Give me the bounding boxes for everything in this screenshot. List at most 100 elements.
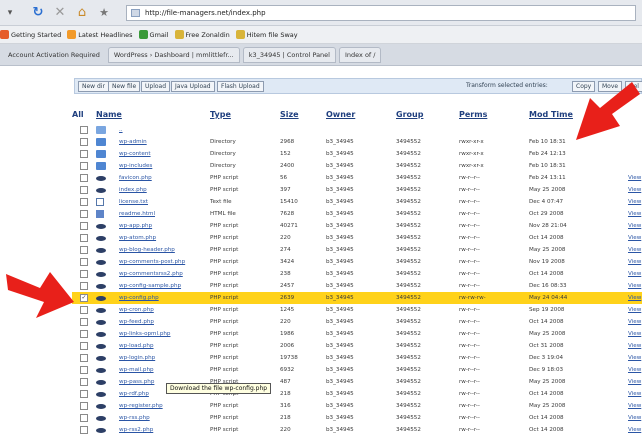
tab-account-activation[interactable]: Account Activation Required (3, 47, 105, 63)
file-name-link[interactable]: wp-mail.php (119, 364, 207, 376)
table-row[interactable]: index.php PHP script 397 b3_34945 3494552 rw-… (72, 184, 642, 196)
view-link[interactable]: View (628, 232, 642, 244)
file-perms-link[interactable]: rw-r--r-- (459, 340, 529, 352)
file-perms-link[interactable]: rwxr-xr-x (459, 160, 529, 172)
file-name-link[interactable]: wp-includes (119, 160, 207, 172)
table-row[interactable]: wp-cron.php PHP script 1245 b3_34945 3494552… (72, 304, 642, 316)
row-checkbox[interactable] (80, 306, 88, 314)
table-row[interactable]: wp-links-opml.php PHP script 1986 b3_34945 3… (72, 328, 642, 340)
file-perms-link[interactable]: rw-r--r-- (459, 184, 529, 196)
file-perms-link[interactable]: rw-r--r-- (459, 256, 529, 268)
file-perms-link[interactable]: rwxr-xr-x (459, 136, 529, 148)
file-name-link[interactable]: wp-rss2.php (119, 424, 207, 436)
view-link[interactable]: View (628, 220, 642, 232)
sort-group-link[interactable]: Group (396, 110, 423, 119)
file-name-link[interactable]: favicon.php (119, 172, 207, 184)
file-perms-link[interactable]: rw-r--r-- (459, 412, 529, 424)
file-name-link[interactable]: wp-feed.php (119, 316, 207, 328)
view-link[interactable]: View (628, 292, 642, 304)
table-row[interactable]: favicon.php PHP script 56 b3_34945 3494552 rw… (72, 172, 642, 184)
view-link[interactable]: View (628, 304, 642, 316)
row-checkbox[interactable] (80, 258, 88, 266)
row-checkbox[interactable] (80, 390, 88, 398)
sort-mod-time-link[interactable]: Mod Time (529, 110, 573, 119)
row-checkbox[interactable] (80, 186, 88, 194)
table-row[interactable]: readme.html HTML file 7628 b3_34945 3494552 r… (72, 208, 642, 220)
row-checkbox[interactable] (80, 318, 88, 326)
table-row[interactable]: wp-rdf.php PHP script 218 b3_34945 3494552 rw… (72, 388, 642, 400)
table-row[interactable]: wp-admin Directory 2968 b3_34945 3494552 rwxr… (72, 136, 642, 148)
file-perms-link[interactable]: rw-r--r-- (459, 268, 529, 280)
file-name-link[interactable]: readme.html (119, 208, 207, 220)
file-name-link[interactable]: wp-app.php (119, 220, 207, 232)
java-upload-button[interactable]: Java Upload (171, 81, 215, 92)
row-checkbox[interactable] (80, 126, 88, 134)
file-name-link[interactable]: wp-load.php (119, 340, 207, 352)
view-link[interactable]: View (628, 268, 642, 280)
new-dir-button[interactable]: New dir (78, 81, 109, 92)
file-name-link[interactable]: wp-comments-post.php (119, 256, 207, 268)
table-row[interactable]: wp-commentsrss2.php PHP script 238 b3_34945… (72, 268, 642, 280)
row-checkbox[interactable] (80, 378, 88, 386)
sort-perms-link[interactable]: Perms (459, 110, 487, 119)
file-perms-link[interactable]: rw-r--r-- (459, 424, 529, 436)
file-perms-link[interactable]: rw-r--r-- (459, 388, 529, 400)
table-row[interactable]: .. (72, 124, 642, 136)
file-perms-link[interactable]: rw-r--r-- (459, 232, 529, 244)
select-all-link[interactable]: All (72, 110, 84, 119)
view-link[interactable]: View (628, 184, 642, 196)
tab-index-of[interactable]: Index of / (338, 46, 382, 63)
sort-owner-link[interactable]: Owner (326, 110, 355, 119)
file-perms-link[interactable]: rw-rw-rw- (459, 292, 529, 304)
table-row[interactable]: license.txt Text file 15410 b3_34945 3494552… (72, 196, 642, 208)
table-row[interactable]: wp-pass.php PHP script 487 b3_34945 3494552 r… (72, 376, 642, 388)
row-checkbox[interactable] (80, 402, 88, 410)
new-file-button[interactable]: New file (108, 81, 141, 92)
file-perms-link[interactable]: rw-r--r-- (459, 196, 529, 208)
file-name-link[interactable]: wp-login.php (119, 352, 207, 364)
bookmark-star-icon[interactable]: ★ (96, 5, 112, 21)
tab-wordpress-dashboard[interactable]: WordPress › Dashboard | mmlittlefr... (107, 46, 240, 63)
table-row[interactable]: wp-blog-header.php PHP script 274 b3_34945 3… (72, 244, 642, 256)
row-checkbox[interactable] (80, 330, 88, 338)
file-perms-link[interactable]: rw-r--r-- (459, 316, 529, 328)
file-name-link[interactable]: wp-blog-header.php (119, 244, 207, 256)
file-name-link[interactable]: wp-admin (119, 136, 207, 148)
view-link[interactable]: View (628, 196, 642, 208)
file-name-link[interactable]: wp-config-sample.php (119, 280, 207, 292)
file-perms-link[interactable]: rw-r--r-- (459, 328, 529, 340)
file-name-link[interactable]: license.txt (119, 196, 207, 208)
file-perms-link[interactable]: rw-r--r-- (459, 352, 529, 364)
view-link[interactable]: View (628, 424, 642, 436)
row-checkbox[interactable]: ✓ (80, 294, 88, 302)
row-checkbox[interactable] (80, 414, 88, 422)
table-row[interactable]: ✓ wp-config.php PHP script 2639 b3_34945 3494… (72, 292, 642, 304)
view-link[interactable]: View (628, 256, 642, 268)
row-checkbox[interactable] (80, 270, 88, 278)
table-row[interactable]: wp-atom.php PHP script 220 b3_34945 3494552 r… (72, 232, 642, 244)
row-checkbox[interactable] (80, 342, 88, 350)
bookmark-item[interactable]: Free Zonaldin (174, 30, 230, 39)
view-link[interactable]: View (628, 412, 642, 424)
file-name-link[interactable]: index.php (119, 184, 207, 196)
view-link[interactable]: View (628, 400, 642, 412)
bookmark-item[interactable]: Gmail (138, 30, 169, 39)
file-perms-link[interactable]: rwxr-xr-x (459, 148, 529, 160)
file-name-link[interactable]: wp-links-opml.php (119, 328, 207, 340)
file-perms-link[interactable]: rw-r--r-- (459, 220, 529, 232)
table-row[interactable]: wp-content Directory 152 b3_34945 3494552 rwx… (72, 148, 642, 160)
table-row[interactable]: wp-rss2.php PHP script 220 b3_34945 3494552 r… (72, 424, 642, 436)
view-link[interactable]: View (628, 376, 642, 388)
view-link[interactable]: View (628, 316, 642, 328)
view-link[interactable]: View (628, 352, 642, 364)
row-checkbox[interactable] (80, 426, 88, 434)
view-link[interactable]: View (628, 340, 642, 352)
bookmark-item[interactable]: Hitem file Sway (235, 30, 298, 39)
bookmark-item[interactable]: Getting Started (0, 30, 61, 39)
file-perms-link[interactable]: rw-r--r-- (459, 400, 529, 412)
table-row[interactable]: wp-mail.php PHP script 6932 b3_34945 3494552… (72, 364, 642, 376)
row-checkbox[interactable] (80, 234, 88, 242)
view-link[interactable]: View (628, 364, 642, 376)
file-name-link[interactable]: wp-register.php (119, 400, 207, 412)
dropdown-arrow-icon[interactable]: ▾ (2, 5, 18, 21)
